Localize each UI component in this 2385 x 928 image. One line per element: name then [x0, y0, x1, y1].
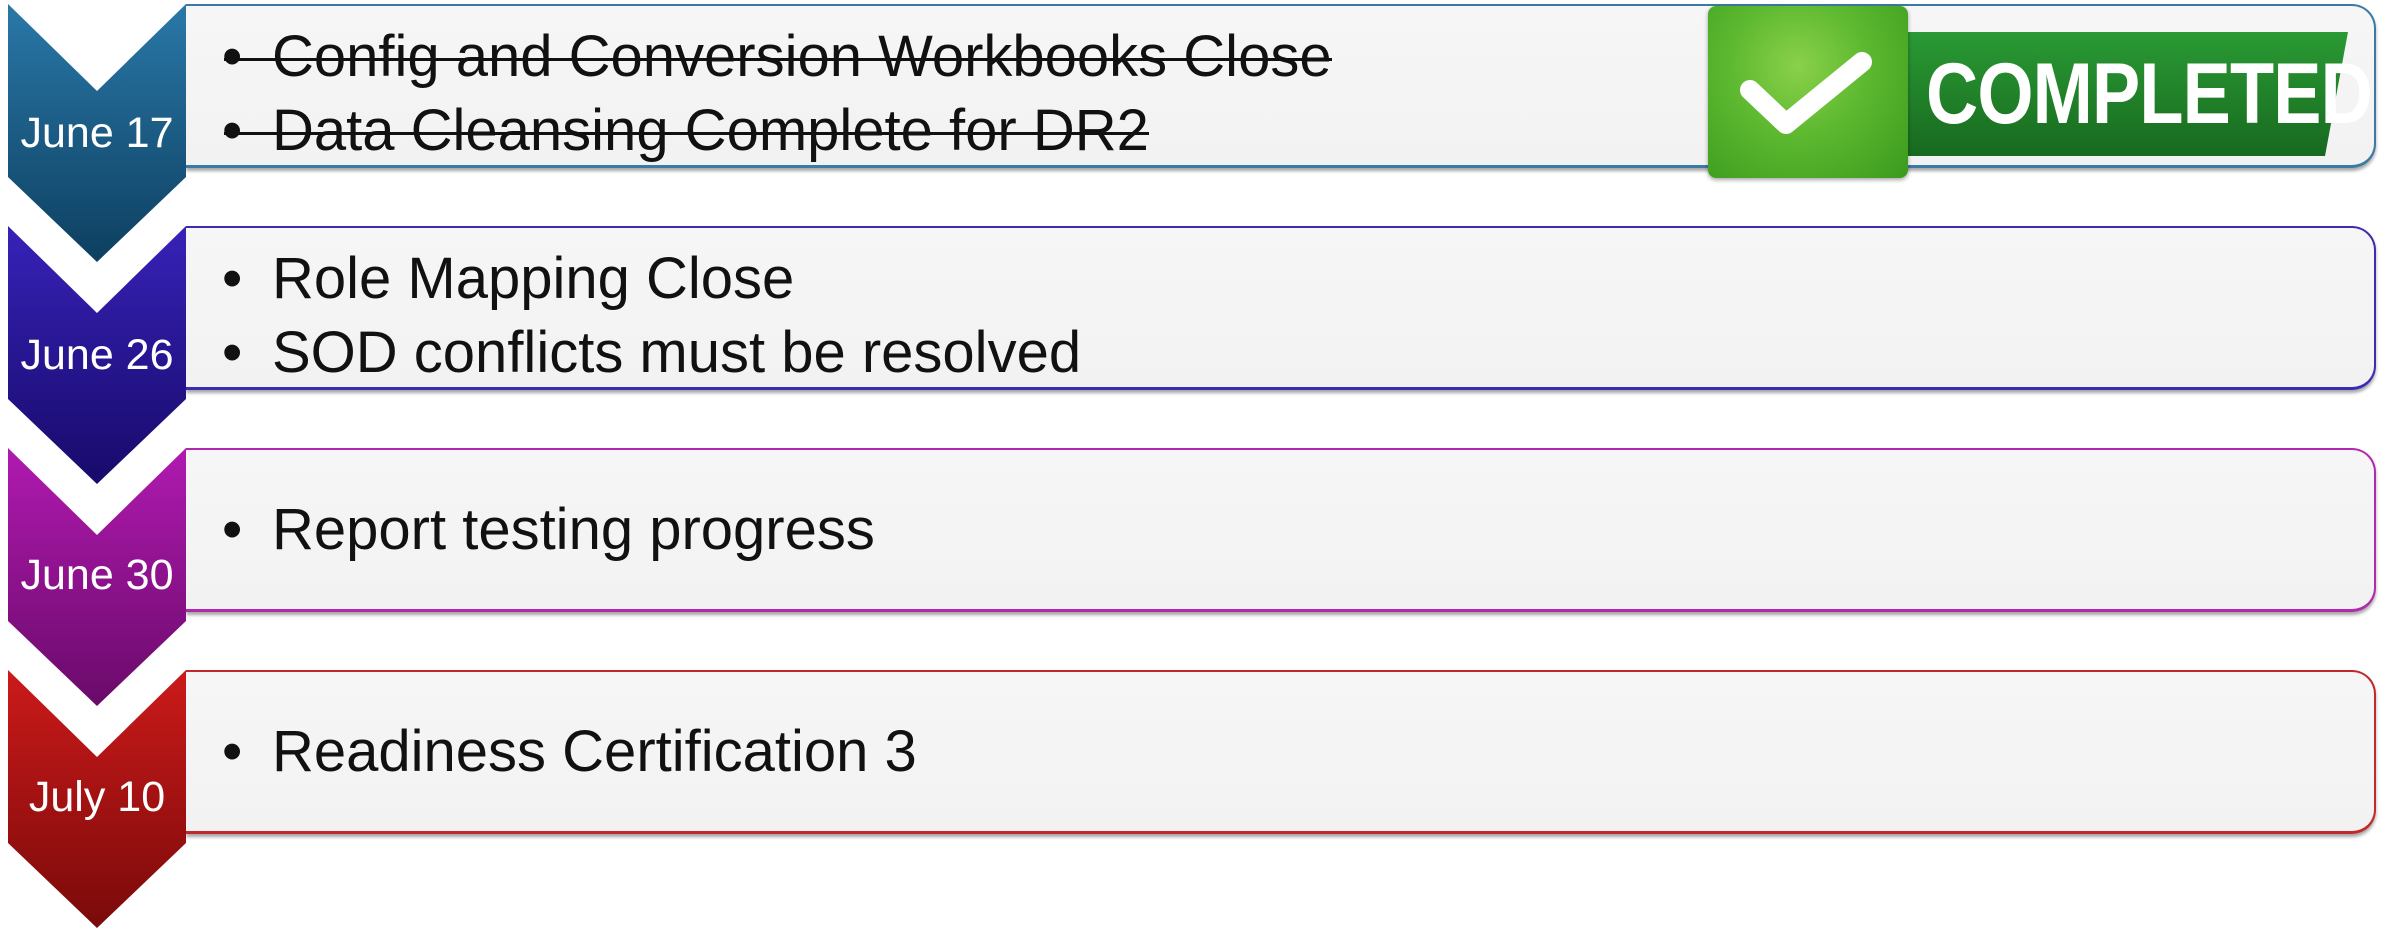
milestone-card: • Config and Conversion Workbooks Close •… — [186, 4, 2376, 178]
item-text: Config and Conversion Workbooks Close — [224, 20, 1332, 94]
date-label: July 10 — [28, 773, 166, 821]
bullet-icon: • — [222, 98, 243, 163]
milestone-items: • Role Mapping Close • SOD conflicts must … — [222, 242, 1081, 390]
item-text: Role Mapping Close — [272, 246, 795, 311]
bullet-icon: • — [222, 24, 243, 89]
list-item: • Report testing progress — [222, 493, 875, 567]
milestone-june-17: • Config and Conversion Workbooks Close •… — [0, 4, 2385, 262]
item-text: Readiness Certification 3 — [272, 719, 917, 784]
item-text: Report testing progress — [272, 497, 875, 562]
bullet-icon: • — [222, 246, 243, 311]
milestone-july-10: • Readiness Certification 3 July 10 — [0, 670, 2385, 928]
bullet-icon: • — [222, 497, 243, 562]
item-text: Data Cleansing Complete for DR2 — [224, 94, 1149, 168]
list-item: • Data Cleansing Complete for DR2 — [222, 94, 1332, 168]
list-item: • SOD conflicts must be resolved — [222, 316, 1081, 390]
milestone-card: • Report testing progress — [186, 448, 2376, 612]
badge-label: COMPLETED — [1926, 46, 2373, 142]
date-label: June 17 — [20, 109, 174, 157]
list-item: • Config and Conversion Workbooks Close — [222, 20, 1332, 94]
checkmark-icon — [1740, 52, 1872, 134]
checkmark-box — [1708, 6, 1908, 178]
milestone-items: • Readiness Certification 3 — [222, 715, 917, 789]
milestone-items: • Config and Conversion Workbooks Close •… — [222, 20, 1332, 168]
bullet-icon: • — [222, 719, 243, 784]
list-item: • Role Mapping Close — [222, 242, 1081, 316]
date-label: June 26 — [20, 331, 174, 379]
milestone-card: • Readiness Certification 3 — [186, 670, 2376, 834]
list-item: • Readiness Certification 3 — [222, 715, 917, 789]
completed-badge: COMPLETED — [1708, 6, 2373, 178]
item-text: SOD conflicts must be resolved — [272, 320, 1082, 385]
bullet-icon: • — [222, 320, 243, 385]
milestone-june-30: • Report testing progress June 30 — [0, 448, 2385, 706]
milestone-items: • Report testing progress — [222, 493, 875, 567]
milestone-june-26: • Role Mapping Close • SOD conflicts must … — [0, 226, 2385, 484]
milestone-card: • Role Mapping Close • SOD conflicts must … — [186, 226, 2376, 390]
date-label: June 30 — [20, 551, 174, 599]
